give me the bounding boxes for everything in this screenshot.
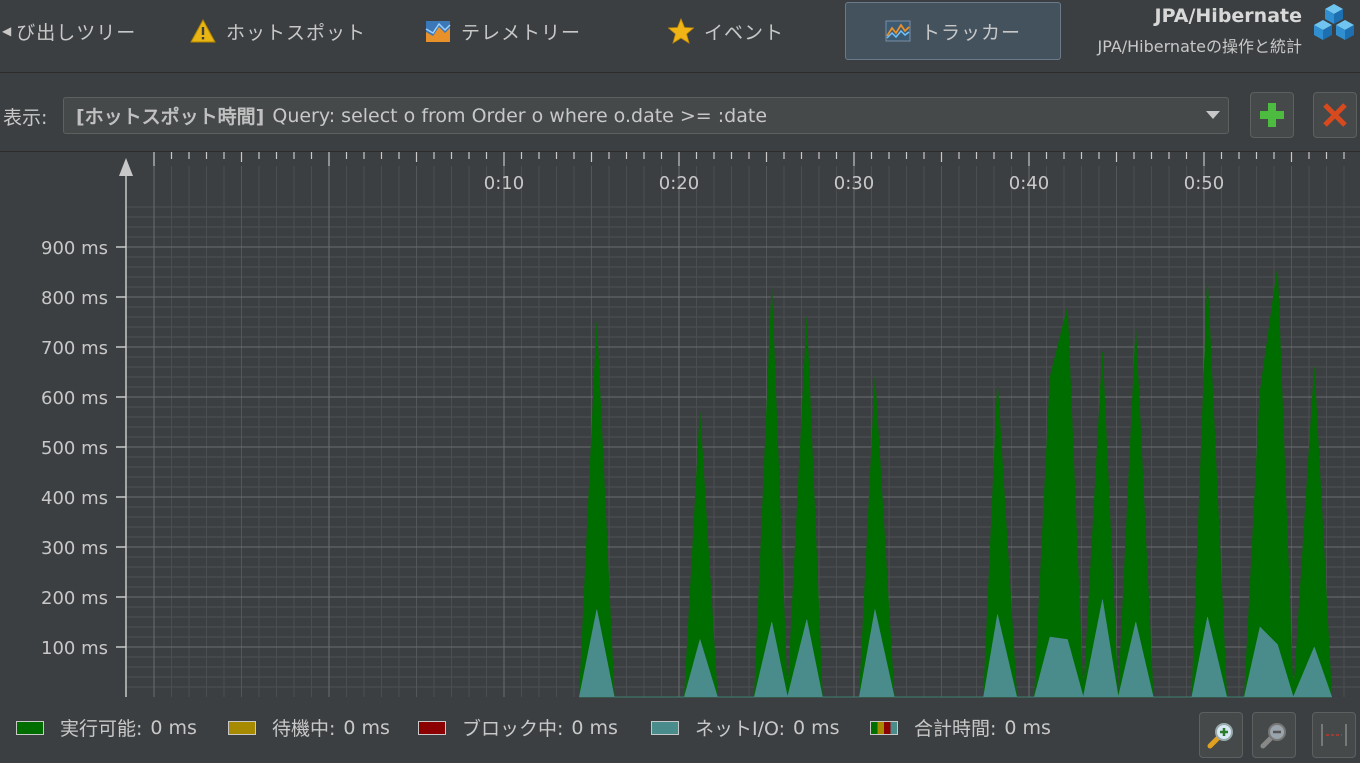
zoom-out-icon (1260, 723, 1286, 749)
legend-swatch-blocked (418, 720, 446, 735)
tab-events[interactable]: イベント (668, 0, 784, 62)
legend-swatch-runnable (16, 720, 44, 735)
legend-item-waiting: 待機中: 0 ms (228, 714, 390, 741)
tab-telemetry[interactable]: テレメトリー (425, 0, 581, 62)
chart-series (578, 266, 1333, 698)
tab-tracker[interactable]: トラッカー (845, 2, 1061, 60)
y-tick-label: 600 ms (41, 388, 108, 409)
legend-swatch-total-time (870, 720, 898, 735)
legend-label-blocked: ブロック中: (462, 718, 564, 740)
y-tick-label: 900 ms (41, 238, 108, 259)
y-axis-arrow-icon (119, 158, 133, 176)
hibernate-cubes-icon (1314, 4, 1354, 40)
legend-value-runnable: 0 ms (150, 716, 197, 739)
x-tick-label: 0:10 (484, 173, 524, 194)
series-area-0 (579, 266, 1333, 698)
y-tick-label: 700 ms (41, 338, 108, 359)
warning-icon (190, 18, 216, 43)
legend-item-net-io: ネットI/O: 0 ms (651, 714, 840, 741)
tab-call-tree-label: び出しツリー (16, 21, 137, 44)
legend-value-blocked: 0 ms (571, 716, 618, 739)
remove-tracker-button[interactable] (1313, 92, 1357, 138)
legend-label-waiting: 待機中: (272, 718, 336, 740)
probe-header: JPA/Hibernate JPA/Hibernateの操作と統計 (1097, 5, 1302, 57)
tab-telemetry-label: テレメトリー (461, 21, 582, 44)
view-selection-type: [ホットスポット時間] (76, 106, 265, 128)
tab-hotspots-label: ホットスポット (226, 21, 367, 44)
x-tick-label: 0:30 (834, 173, 874, 194)
legend-item-total-time: 合計時間: 0 ms (870, 714, 1051, 741)
legend-swatch-waiting (228, 720, 256, 735)
y-tick-label: 500 ms (41, 438, 108, 459)
view-selection-text: Query: select o from Order o where o.dat… (272, 104, 768, 127)
tracker-icon (885, 20, 911, 42)
fit-width-button[interactable] (1312, 712, 1356, 758)
x-tick-label: 0:40 (1009, 173, 1049, 194)
tab-scroll-left-icon[interactable]: ◀ (2, 24, 12, 38)
legend-value-total-time: 0 ms (1004, 716, 1051, 739)
y-tick-label: 400 ms (41, 488, 108, 509)
legend-value-waiting: 0 ms (343, 716, 390, 739)
view-selector-row: 表示: [ホットスポット時間] Query: select o from Ord… (0, 73, 1360, 152)
y-tick-label: 300 ms (41, 538, 108, 559)
legend-bar: 実行可能: 0 ms 待機中: 0 ms ブロック中: 0 ms ネットI/O:… (0, 700, 1360, 763)
view-tab-bar: ◀ び出しツリー ホットスポット テレメトリー イベント トラッカー JPA/H… (0, 0, 1360, 73)
y-tick-labels: 100 ms 200 ms 300 ms 400 ms 500 ms 600 ms 700 … (41, 238, 126, 659)
tracked-view-combobox[interactable]: [ホットスポット時間] Query: select o from Order o… (63, 97, 1229, 134)
zoom-in-button[interactable] (1199, 712, 1243, 758)
x-tick-label: 0:50 (1184, 173, 1224, 194)
x-tick-labels: 0:100:200:300:400:501:00 (484, 173, 1360, 194)
tab-events-label: イベント (704, 21, 785, 44)
legend-label-net-io: ネットI/O: (695, 718, 786, 740)
x-tick-label: 0:20 (659, 173, 699, 194)
plus-icon (1260, 103, 1284, 127)
tab-call-tree[interactable]: ◀ び出しツリー (2, 0, 136, 62)
add-tracker-button[interactable] (1250, 92, 1294, 138)
probe-subtitle: JPA/Hibernateの操作と統計 (1097, 37, 1302, 56)
chevron-down-icon[interactable] (1206, 111, 1220, 119)
fit-width-icon (1321, 724, 1347, 746)
legend-label-runnable: 実行可能: (60, 718, 143, 740)
tab-tracker-label: トラッカー (920, 21, 1021, 44)
legend-value-net-io: 0 ms (793, 716, 840, 739)
tab-hotspots[interactable]: ホットスポット (190, 0, 366, 62)
view-label: 表示: (3, 107, 48, 129)
y-tick-label: 100 ms (41, 638, 108, 659)
telemetry-icon (425, 21, 451, 42)
minor-grid (126, 166, 1360, 697)
legend-item-runnable: 実行可能: 0 ms (16, 714, 197, 741)
probe-title: JPA/Hibernate (1154, 5, 1302, 27)
y-tick-label: 800 ms (41, 288, 108, 309)
zoom-out-button[interactable] (1252, 712, 1296, 758)
close-icon (1323, 103, 1347, 127)
legend-swatch-net-io (651, 720, 679, 735)
star-icon (668, 18, 694, 44)
legend-item-blocked: ブロック中: 0 ms (418, 714, 618, 741)
legend-label-total-time: 合計時間: (914, 718, 997, 740)
tracker-chart[interactable]: 100 ms 200 ms 300 ms 400 ms 500 ms 600 ms 700 … (0, 152, 1360, 700)
zoom-in-icon (1207, 723, 1233, 749)
y-tick-label: 200 ms (41, 588, 108, 609)
